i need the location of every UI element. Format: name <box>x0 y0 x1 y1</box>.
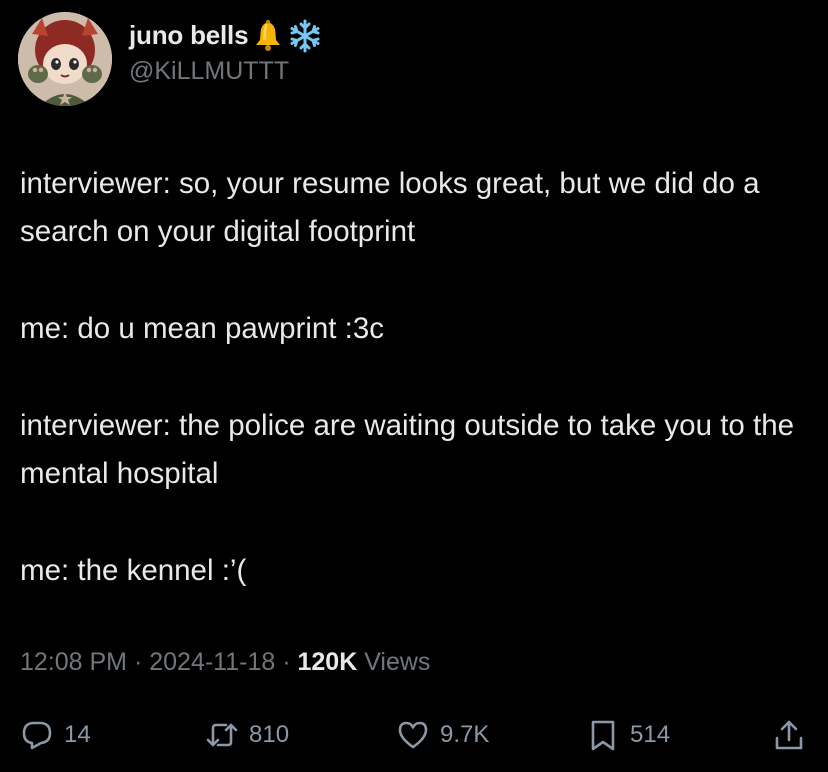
snowflake-emoji-icon <box>290 19 320 52</box>
share-button[interactable] <box>772 718 806 752</box>
reply-icon <box>22 721 52 750</box>
action-bar: 14 810 9.7K 514 <box>0 700 828 772</box>
author-names: juno bells @KiLLMUTTT <box>129 19 322 86</box>
like-count: 9.7K <box>440 721 490 748</box>
like-button[interactable]: 9.7K <box>396 718 489 752</box>
views-count[interactable]: 120K <box>297 648 357 676</box>
avatar[interactable] <box>18 12 112 106</box>
bell-emoji-icon <box>256 19 281 51</box>
meta-separator: · <box>275 648 298 676</box>
tweet-text: interviewer: so, your resume looks great… <box>20 160 820 595</box>
tweet-meta: 12:08 PM · 2024-11-18 · 120K Views <box>20 648 430 677</box>
like-icon <box>398 721 428 749</box>
tweet-header: juno bells @KiLLMUTTT <box>18 12 322 106</box>
tweet-paragraph: me: do u mean pawprint :3c <box>20 312 385 345</box>
display-name[interactable]: juno bells <box>129 20 249 51</box>
reply-count: 14 <box>64 721 91 748</box>
views-label: Views <box>357 648 431 676</box>
repost-button[interactable]: 810 <box>205 718 289 752</box>
repost-icon <box>206 723 238 747</box>
reply-button[interactable]: 14 <box>20 718 91 752</box>
display-name-row: juno bells <box>129 19 322 53</box>
repost-count: 810 <box>249 721 290 748</box>
meta-separator: · <box>127 648 150 676</box>
bookmark-button[interactable]: 514 <box>586 718 670 752</box>
handle[interactable]: @KiLLMUTTT <box>129 57 322 86</box>
bookmark-count: 514 <box>630 721 671 748</box>
bookmark-icon <box>591 720 615 751</box>
tweet-time[interactable]: 12:08 PM <box>20 648 127 676</box>
tweet-paragraph: interviewer: the police are waiting outs… <box>20 409 795 490</box>
tweet-date[interactable]: 2024-11-18 <box>149 648 275 676</box>
tweet-paragraph: me: the kennel :’( <box>20 554 247 587</box>
share-icon <box>775 720 803 750</box>
tweet-paragraph: interviewer: so, your resume looks great… <box>20 167 760 248</box>
